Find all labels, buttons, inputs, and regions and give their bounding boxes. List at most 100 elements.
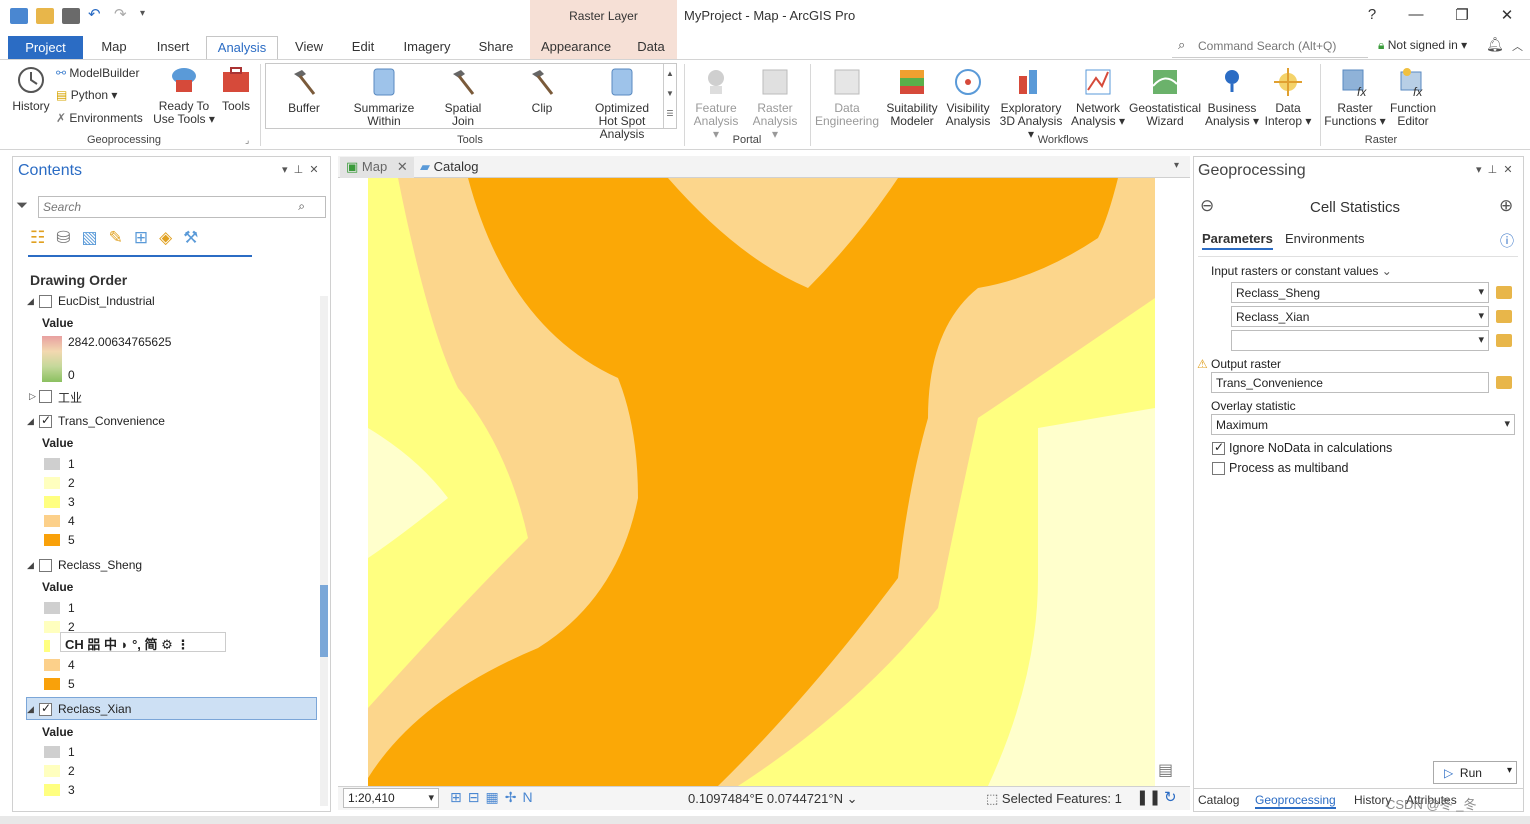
- layer-visibility-checkbox[interactable]: [39, 559, 52, 572]
- open-project-icon[interactable]: [36, 8, 54, 24]
- pane-menu-icon[interactable]: ▾ ⊥ ✕: [282, 163, 319, 176]
- tab-insert[interactable]: Insert: [150, 36, 196, 60]
- tab-list-dropdown-icon[interactable]: ▾: [1174, 160, 1179, 171]
- modelbuilder-button[interactable]: ⚯ ModelBuilder: [56, 66, 139, 80]
- suitability-modeler-button[interactable]: Suitability Modeler: [884, 66, 940, 128]
- overview-toggle-icon[interactable]: ▤: [1158, 760, 1173, 780]
- tab-project[interactable]: Project: [8, 36, 83, 60]
- layer-name[interactable]: Reclass_Xian: [58, 702, 131, 716]
- legend-swatch[interactable]: [44, 621, 60, 633]
- close-tab-icon[interactable]: ✕: [397, 159, 408, 174]
- expand-icon[interactable]: ◢: [27, 296, 34, 307]
- scrollbar-thumb[interactable]: [320, 585, 328, 657]
- layer-name[interactable]: EucDist_Industrial: [58, 294, 155, 308]
- expand-icon[interactable]: ◢: [27, 560, 34, 571]
- browse-folder-icon[interactable]: [1496, 310, 1512, 323]
- input-raster-select[interactable]: Reclass_Sheng: [1231, 282, 1489, 303]
- north-icon[interactable]: N: [522, 789, 532, 806]
- tab-appearance[interactable]: Appearance: [536, 36, 616, 60]
- command-search-input[interactable]: ⌕ Command Search (Alt+Q): [1172, 34, 1368, 58]
- multiband-checkbox[interactable]: [1212, 462, 1225, 475]
- browse-folder-icon[interactable]: [1496, 376, 1512, 389]
- fixed-zoom-icon[interactable]: ⊞: [450, 789, 462, 806]
- tab-view[interactable]: View: [288, 36, 330, 60]
- browse-folder-icon[interactable]: [1496, 334, 1512, 347]
- data-source-icon[interactable]: ⛁: [56, 228, 70, 248]
- data-interop-button[interactable]: Data Interop ▾: [1262, 66, 1314, 128]
- layer-visibility-checkbox[interactable]: [39, 701, 52, 716]
- tab-catalog-view[interactable]: ▰ Catalog: [420, 157, 500, 178]
- tab-map[interactable]: Map: [92, 36, 136, 60]
- legend-swatch[interactable]: [44, 496, 60, 508]
- customize-qat-icon[interactable]: ▾: [140, 8, 158, 24]
- overlay-statistic-select[interactable]: Maximum: [1211, 414, 1515, 435]
- save-project-icon[interactable]: [62, 8, 80, 24]
- geostatistical-wizard-button[interactable]: Geostatistical Wizard: [1128, 66, 1202, 128]
- restore-icon[interactable]: ❐: [1452, 6, 1472, 24]
- labeling-icon[interactable]: ◈: [159, 228, 172, 248]
- layer-name[interactable]: 工业: [58, 389, 82, 406]
- tab-environments[interactable]: Environments: [1285, 231, 1364, 246]
- snapping-icon[interactable]: ⊞: [134, 228, 148, 248]
- tab-data[interactable]: Data: [632, 36, 670, 60]
- chevron-down-icon[interactable]: ▾: [1507, 765, 1512, 776]
- scale-select[interactable]: 1:20,410: [343, 788, 439, 808]
- tools-button[interactable]: Tools: [216, 64, 256, 113]
- spatial-join-button[interactable]: Spatial Join: [436, 66, 490, 128]
- editing-icon[interactable]: ✎: [109, 228, 123, 248]
- python-button[interactable]: ▤ Python ▾: [56, 88, 117, 102]
- collapse-ribbon-icon[interactable]: ︿: [1512, 38, 1523, 54]
- close-window-icon[interactable]: ✕: [1497, 6, 1517, 24]
- expand-icon[interactable]: ◢: [27, 704, 34, 715]
- layer-visibility-checkbox[interactable]: [39, 295, 52, 308]
- filter-icon[interactable]: ⏷: [16, 197, 28, 214]
- network-analysis-button[interactable]: Network Analysis ▾: [1068, 66, 1128, 128]
- chevron-down-icon[interactable]: ⌄: [1382, 264, 1392, 278]
- exploratory-3d-button[interactable]: Exploratory 3D Analysis ▾: [996, 66, 1066, 141]
- optimized-hot-spot-button[interactable]: Optimized Hot Spot Analysis: [584, 66, 660, 141]
- layer-name[interactable]: Trans_Convenience: [58, 414, 165, 428]
- legend-swatch[interactable]: [44, 784, 60, 796]
- legend-swatch[interactable]: [44, 765, 60, 777]
- input-raster-select[interactable]: [1231, 330, 1489, 351]
- dialog-launcher-icon[interactable]: ⌟: [245, 135, 249, 146]
- input-raster-select[interactable]: Reclass_Xian: [1231, 306, 1489, 327]
- tab-geoprocessing-pane[interactable]: Geoprocessing: [1255, 793, 1336, 809]
- pause-drawing-icon[interactable]: ❚❚: [1136, 788, 1161, 806]
- collapse-icon[interactable]: ▷: [29, 391, 36, 402]
- selected-features[interactable]: ⬚ Selected Features: 1: [986, 791, 1122, 807]
- expand-icon[interactable]: ◢: [27, 416, 34, 427]
- layer-name[interactable]: Reclass_Sheng: [58, 558, 142, 572]
- legend-swatch[interactable]: [44, 477, 60, 489]
- back-icon[interactable]: ⊖: [1200, 196, 1214, 216]
- history-button[interactable]: History: [10, 64, 52, 113]
- visibility-analysis-button[interactable]: Visibility Analysis: [942, 66, 994, 128]
- legend-swatch[interactable]: [44, 640, 50, 652]
- pane-menu-icon[interactable]: ▾ ⊥ ✕: [1476, 163, 1513, 176]
- layer-visibility-checkbox[interactable]: [39, 413, 52, 428]
- add-icon[interactable]: ⊕: [1499, 196, 1513, 216]
- table-icon[interactable]: ▦: [485, 789, 498, 806]
- gallery-scroll[interactable]: ▲ ▼ ☰: [663, 64, 676, 128]
- snap-icon[interactable]: ✢: [505, 789, 517, 806]
- selection-icon[interactable]: ▧: [82, 228, 98, 248]
- layer-visibility-checkbox[interactable]: [39, 390, 52, 403]
- legend-swatch[interactable]: [44, 534, 60, 546]
- raster-functions-button[interactable]: fx Raster Functions ▾: [1324, 66, 1386, 128]
- notification-bell-icon[interactable]: 🔔︎: [1486, 36, 1504, 53]
- redo-icon[interactable]: ↷: [114, 7, 132, 24]
- legend-swatch[interactable]: [44, 602, 60, 614]
- tab-parameters[interactable]: Parameters: [1202, 231, 1273, 250]
- new-project-icon[interactable]: [10, 8, 28, 24]
- legend-swatch[interactable]: [44, 659, 60, 671]
- tab-edit[interactable]: Edit: [344, 36, 382, 60]
- tab-imagery[interactable]: Imagery: [398, 36, 456, 60]
- chevron-down-icon[interactable]: ⌄: [847, 791, 858, 806]
- contents-search-input[interactable]: Search ⌕: [38, 196, 326, 218]
- clip-button[interactable]: Clip: [518, 66, 566, 115]
- contents-scrollbar[interactable]: [320, 296, 328, 806]
- run-button[interactable]: ▷ Run ▾: [1433, 761, 1517, 784]
- ignore-nodata-checkbox[interactable]: [1212, 440, 1225, 455]
- legend-swatch[interactable]: [44, 458, 60, 470]
- help-icon[interactable]: ?: [1362, 6, 1382, 23]
